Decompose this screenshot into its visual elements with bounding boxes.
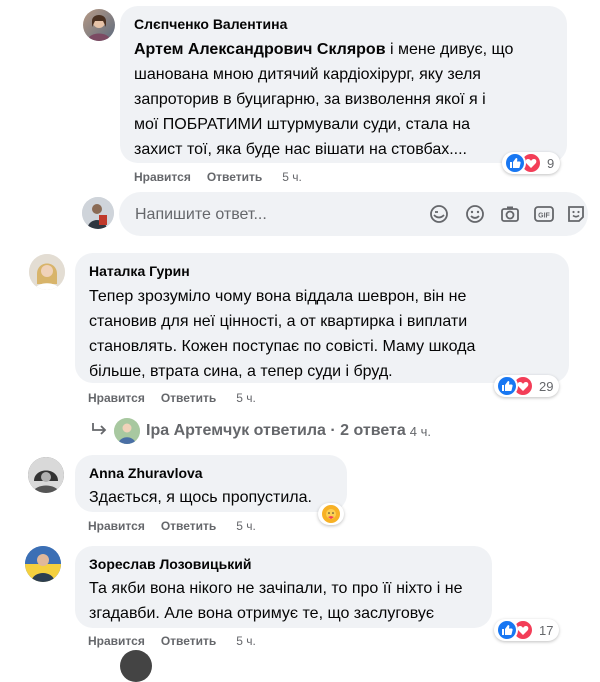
like-reaction-icon [496,619,518,641]
comment-actions: Нравится Ответить 5 ч. [88,519,272,533]
comment-author[interactable]: Наталка Гурин [89,262,555,280]
comment-time[interactable]: 5 ч. [236,634,256,648]
reply-input-box: GIF [119,192,588,238]
comment-actions: Нравится Ответить 5 ч. [88,634,272,648]
reaction-count: 29 [539,378,554,394]
comment-text: Артем Александрович Скляров і мене дивує… [134,41,514,158]
avatar[interactable] [83,9,115,41]
like-reaction-icon [504,152,526,174]
reply-button[interactable]: Ответить [161,634,216,648]
like-reaction-icon [496,375,518,397]
reply-button[interactable]: Ответить [207,170,262,184]
reaction-summary[interactable]: 9 [502,152,561,174]
like-button[interactable]: Нравится [134,170,191,184]
like-button[interactable]: Нравится [88,634,145,648]
comment-text: Здається, я щось пропустила. [89,489,312,506]
camera-icon[interactable] [499,203,521,225]
reaction-summary[interactable]: 17 [494,619,560,641]
comment-bubble: Наталка Гурин Тепер зрозуміло чому вона … [75,253,569,383]
reply-input[interactable] [133,192,387,238]
comment-time[interactable]: 5 ч. [236,391,256,405]
replies-summary[interactable]: Іра Артемчук ответила · 2 ответа [146,422,406,440]
comment-author[interactable]: Зореслав Лозовицький [89,555,478,573]
avatar[interactable] [25,546,61,582]
comment-text: Тепер зрозуміло чому вона віддала шеврон… [89,288,476,380]
svg-text:GIF: GIF [538,213,550,220]
like-button[interactable]: Нравится [88,519,145,533]
avatar [114,418,140,444]
reply-arrow-icon [90,421,108,442]
comment-author[interactable]: Anna Zhuravlova [89,464,333,482]
emoji-icon[interactable] [464,203,486,225]
reaction-summary[interactable]: 29 [494,375,560,397]
comment-time[interactable]: 5 ч. [236,519,256,533]
comment-bubble: Зореслав Лозовицький Та якби вона нікого… [75,546,492,628]
avatar[interactable] [28,457,64,493]
comment-bubble: Anna Zhuravlova Здається, я щось пропуст… [75,455,347,512]
sticker-icon[interactable] [428,203,450,225]
comment-text: Та якби вона нікого не зачіпали, то про … [89,580,463,622]
reply-button[interactable]: Ответить [161,519,216,533]
comment-time[interactable]: 5 ч. [282,170,302,184]
like-button[interactable]: Нравится [88,391,145,405]
comment-author[interactable]: Слєпченко Валентина [134,15,553,33]
mention-link[interactable]: Артем Александрович Скляров [134,41,386,58]
reaction-count: 17 [539,622,554,638]
avatar-sticker-icon[interactable] [565,203,587,225]
gif-icon[interactable]: GIF [533,203,555,225]
comment-bubble: Слєпченко Валентина Артем Александрович … [120,6,567,163]
comment-actions: Нравится Ответить 5 ч. [88,391,272,405]
care-reaction-icon [320,503,342,525]
reaction-summary[interactable] [318,503,344,525]
view-replies-link[interactable]: Іра Артемчук ответила · 2 ответа 4 ч. [90,418,431,444]
avatar [120,650,152,682]
reaction-count: 9 [547,155,555,171]
current-user-avatar [82,197,114,229]
replies-time: 4 ч. [409,423,431,439]
reply-button[interactable]: Ответить [161,391,216,405]
comment-actions: Нравится Ответить 5 ч. [134,170,318,184]
avatar[interactable] [29,254,65,290]
